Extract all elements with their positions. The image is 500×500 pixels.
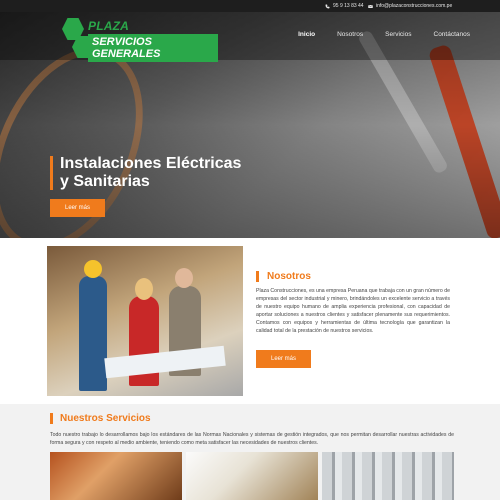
envelope-icon	[368, 4, 373, 8]
nav-item-nosotros[interactable]: Nosotros	[337, 31, 363, 38]
hero-title-line-1: Instalaciones Eléctricas	[60, 155, 242, 172]
logo-line-2: SERVICIOS GENERALES	[88, 34, 218, 62]
hero-title: Instalaciones Eléctricas y Sanitarias	[50, 155, 242, 191]
service-card-piping[interactable]	[322, 452, 454, 500]
nav-item-inicio[interactable]: Inicio	[298, 31, 315, 38]
phone-contact[interactable]: 95 9 13 83 44	[325, 3, 364, 9]
hero-read-more-button[interactable]: Leer más	[50, 199, 105, 217]
nav-menu: Inicio Nosotros Servicios Contáctanos	[298, 31, 470, 38]
nav-item-contactanos[interactable]: Contáctanos	[434, 31, 471, 38]
photo-blueprint	[104, 345, 226, 379]
about-team-photo	[47, 246, 243, 396]
email-address: info@plazaconstrucciones.com.pe	[376, 3, 453, 9]
nav-item-servicios[interactable]: Servicios	[385, 31, 411, 38]
photo-head-2	[135, 278, 153, 300]
services-title: Nuestros Servicios	[50, 413, 151, 424]
about-title: Nosotros	[256, 271, 311, 282]
top-contact-bar: 95 9 13 83 44 info@plazaconstrucciones.c…	[0, 0, 500, 12]
services-text: Todo nuestro trabajo lo desarrollamos ba…	[50, 432, 454, 446]
hero-title-accent	[50, 156, 53, 190]
main-navbar: PLAZA CONSTRUCCIONES SERVICIOS GENERALES…	[0, 12, 500, 62]
about-text: Plaza Construcciones, es una empresa Per…	[256, 288, 450, 335]
phone-icon	[325, 4, 330, 8]
hero-banner: PLAZA CONSTRUCCIONES SERVICIOS GENERALES…	[0, 12, 500, 238]
phone-number: 95 9 13 83 44	[333, 3, 364, 9]
email-contact[interactable]: info@plazaconstrucciones.com.pe	[368, 3, 452, 9]
service-card-carpentry[interactable]	[50, 452, 182, 500]
photo-worker-1	[79, 276, 107, 391]
photo-hardhat	[84, 260, 102, 278]
services-section: Nuestros Servicios Todo nuestro trabajo …	[0, 404, 500, 500]
service-card-painting[interactable]	[186, 452, 318, 500]
photo-head-3	[175, 268, 193, 288]
site-logo[interactable]: PLAZA CONSTRUCCIONES SERVICIOS GENERALES	[58, 16, 218, 62]
about-read-more-button[interactable]: Leer más	[256, 350, 311, 368]
hero-title-line-2: y Sanitarias	[60, 173, 150, 190]
